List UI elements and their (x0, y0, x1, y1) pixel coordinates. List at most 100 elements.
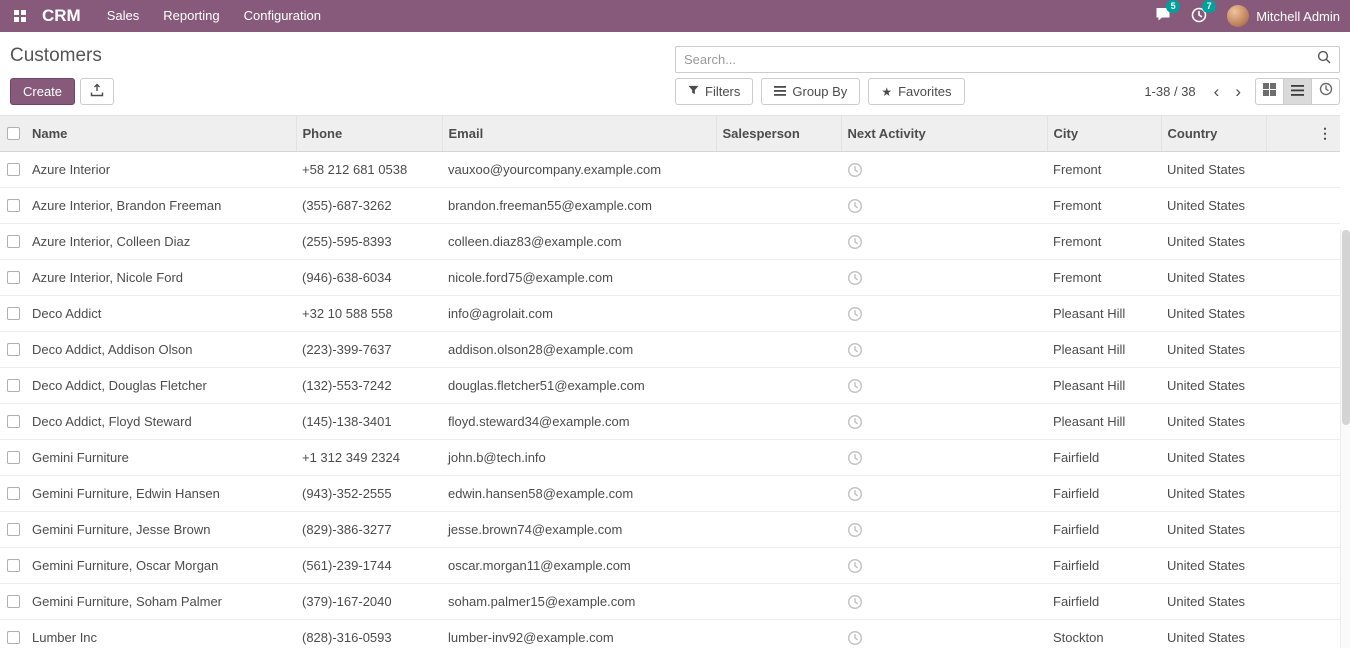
cell-email[interactable]: douglas.fletcher51@example.com (442, 368, 716, 404)
next-activity-clock-icon[interactable] (847, 557, 863, 572)
group-by-button[interactable]: Group By (761, 78, 860, 105)
table-row[interactable]: Azure Interior, Colleen Diaz (255)-595-8… (0, 224, 1340, 260)
row-checkbox-cell[interactable] (0, 224, 26, 260)
cell-phone[interactable]: +58 212 681 0538 (296, 152, 442, 188)
cell-country[interactable]: United States (1161, 548, 1266, 584)
cell-phone[interactable]: (943)-352-2555 (296, 476, 442, 512)
table-row[interactable]: Gemini Furniture, Soham Palmer (379)-167… (0, 584, 1340, 620)
cell-city[interactable]: Fairfield (1047, 440, 1161, 476)
cell-email[interactable]: info@agrolait.com (442, 296, 716, 332)
next-activity-clock-icon[interactable] (847, 593, 863, 608)
user-menu[interactable]: Mitchell Admin (1227, 5, 1340, 27)
select-all-checkbox[interactable] (7, 127, 20, 140)
create-button[interactable]: Create (10, 78, 75, 105)
cell-email[interactable]: floyd.steward34@example.com (442, 404, 716, 440)
favorites-button[interactable]: ★ Favorites (868, 78, 964, 105)
cell-phone[interactable]: (255)-595-8393 (296, 224, 442, 260)
cell-next-activity[interactable] (841, 152, 1047, 188)
cell-email[interactable]: addison.olson28@example.com (442, 332, 716, 368)
cell-salesperson[interactable] (716, 548, 841, 584)
table-row[interactable]: Deco Addict, Douglas Fletcher (132)-553-… (0, 368, 1340, 404)
cell-city[interactable]: Fairfield (1047, 584, 1161, 620)
column-header-country[interactable]: Country (1161, 116, 1266, 152)
cell-name[interactable]: Gemini Furniture, Soham Palmer (26, 584, 296, 620)
cell-next-activity[interactable] (841, 548, 1047, 584)
cell-country[interactable]: United States (1161, 152, 1266, 188)
cell-salesperson[interactable] (716, 296, 841, 332)
cell-salesperson[interactable] (716, 188, 841, 224)
app-name[interactable]: CRM (42, 6, 81, 26)
next-activity-clock-icon[interactable] (847, 629, 863, 644)
next-activity-clock-icon[interactable] (847, 197, 863, 212)
cell-name[interactable]: Gemini Furniture, Edwin Hansen (26, 476, 296, 512)
cell-phone[interactable]: +1 312 349 2324 (296, 440, 442, 476)
cell-phone[interactable]: (132)-553-7242 (296, 368, 442, 404)
row-checkbox-cell[interactable] (0, 152, 26, 188)
next-activity-clock-icon[interactable] (847, 521, 863, 536)
cell-name[interactable]: Azure Interior, Nicole Ford (26, 260, 296, 296)
cell-country[interactable]: United States (1161, 296, 1266, 332)
next-activity-clock-icon[interactable] (847, 305, 863, 320)
select-all-cell[interactable] (0, 116, 26, 152)
cell-city[interactable]: Fremont (1047, 224, 1161, 260)
row-checkbox[interactable] (7, 451, 20, 464)
cell-next-activity[interactable] (841, 332, 1047, 368)
cell-email[interactable]: colleen.diaz83@example.com (442, 224, 716, 260)
cell-country[interactable]: United States (1161, 584, 1266, 620)
filters-button[interactable]: Filters (675, 78, 753, 105)
cell-email[interactable]: nicole.ford75@example.com (442, 260, 716, 296)
column-header-name[interactable]: Name (26, 116, 296, 152)
cell-name[interactable]: Azure Interior (26, 152, 296, 188)
messages-button[interactable]: 5 (1155, 7, 1171, 25)
row-checkbox[interactable] (7, 271, 20, 284)
activity-view-button[interactable] (1311, 78, 1340, 105)
scrollbar-thumb[interactable] (1342, 230, 1350, 425)
row-checkbox-cell[interactable] (0, 260, 26, 296)
next-activity-clock-icon[interactable] (847, 449, 863, 464)
cell-phone[interactable]: (379)-167-2040 (296, 584, 442, 620)
table-row[interactable]: Gemini Furniture +1 312 349 2324 john.b@… (0, 440, 1340, 476)
cell-city[interactable]: Fremont (1047, 260, 1161, 296)
cell-next-activity[interactable] (841, 296, 1047, 332)
optional-columns-toggle[interactable]: ⋮ (1318, 125, 1332, 141)
cell-email[interactable]: brandon.freeman55@example.com (442, 188, 716, 224)
table-row[interactable]: Gemini Furniture, Jesse Brown (829)-386-… (0, 512, 1340, 548)
row-checkbox-cell[interactable] (0, 512, 26, 548)
next-activity-clock-icon[interactable] (847, 341, 863, 356)
cell-city[interactable]: Fairfield (1047, 512, 1161, 548)
cell-email[interactable]: edwin.hansen58@example.com (442, 476, 716, 512)
cell-phone[interactable]: (223)-399-7637 (296, 332, 442, 368)
row-checkbox[interactable] (7, 595, 20, 608)
export-button[interactable] (80, 78, 114, 105)
table-row[interactable]: Azure Interior, Nicole Ford (946)-638-60… (0, 260, 1340, 296)
cell-country[interactable]: United States (1161, 440, 1266, 476)
cell-next-activity[interactable] (841, 368, 1047, 404)
cell-salesperson[interactable] (716, 224, 841, 260)
column-header-next-activity[interactable]: Next Activity (841, 116, 1047, 152)
cell-next-activity[interactable] (841, 224, 1047, 260)
vertical-scrollbar[interactable]: ▼ (1340, 230, 1350, 648)
row-checkbox-cell[interactable] (0, 188, 26, 224)
pager-next-button[interactable]: › (1227, 79, 1249, 104)
table-row[interactable]: Deco Addict, Addison Olson (223)-399-763… (0, 332, 1340, 368)
row-checkbox[interactable] (7, 415, 20, 428)
cell-phone[interactable]: (145)-138-3401 (296, 404, 442, 440)
cell-city[interactable]: Pleasant Hill (1047, 296, 1161, 332)
cell-country[interactable]: United States (1161, 332, 1266, 368)
next-activity-clock-icon[interactable] (847, 269, 863, 284)
row-checkbox-cell[interactable] (0, 548, 26, 584)
row-checkbox-cell[interactable] (0, 476, 26, 512)
cell-city[interactable]: Stockton (1047, 620, 1161, 648)
table-row[interactable]: Azure Interior +58 212 681 0538 vauxoo@y… (0, 152, 1340, 188)
menu-item-sales[interactable]: Sales (95, 0, 152, 32)
cell-name[interactable]: Deco Addict (26, 296, 296, 332)
table-row[interactable]: Deco Addict +32 10 588 558 info@agrolait… (0, 296, 1340, 332)
row-checkbox-cell[interactable] (0, 584, 26, 620)
cell-name[interactable]: Gemini Furniture (26, 440, 296, 476)
cell-phone[interactable]: (828)-316-0593 (296, 620, 442, 648)
row-checkbox[interactable] (7, 235, 20, 248)
search-icon[interactable] (1317, 50, 1331, 69)
cell-phone[interactable]: (355)-687-3262 (296, 188, 442, 224)
cell-country[interactable]: United States (1161, 368, 1266, 404)
search-input[interactable] (684, 52, 1317, 67)
